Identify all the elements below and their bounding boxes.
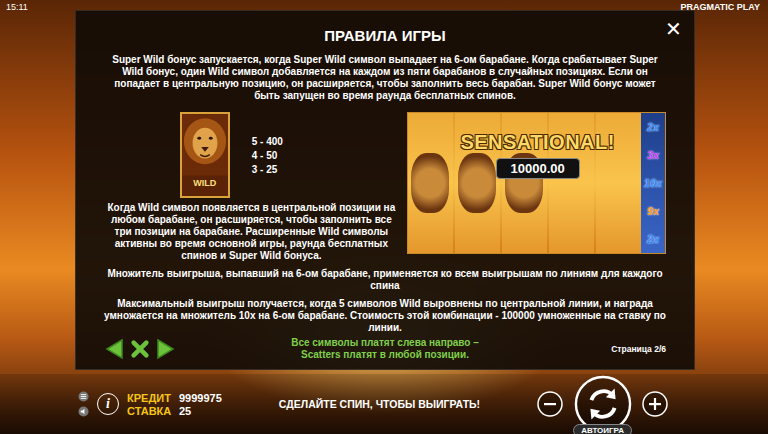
win-overlay: SENSATIONAL! 10000.00 <box>448 131 628 179</box>
close-x-icon[interactable] <box>130 338 150 360</box>
max-win-text: Максимальный выигрыш получается, когда 5… <box>104 298 666 334</box>
game-screen: 15:11PRAGMATIC PLAYiКРЕДИТ9999975СТАВКА2… <box>0 0 768 434</box>
multiplier-reel: 2x 3x 10x 9x 2x <box>641 113 665 253</box>
page-indicator: Страница 2/6 <box>566 344 666 354</box>
minus-icon[interactable] <box>537 391 563 417</box>
multiplier: 9x <box>647 205 659 217</box>
credit: КРЕДИТ9999975 <box>127 392 222 404</box>
page-nav <box>104 338 204 360</box>
pay-row: 4 - 50 <box>252 149 283 162</box>
clock: 15:11 <box>6 2 28 16</box>
menu-icon[interactable] <box>78 391 89 402</box>
multiplier: 2x <box>647 233 659 245</box>
wild-paytable: WILD 5 - 4004 - 503 - 25 <box>104 112 399 198</box>
win-banner: SENSATIONAL! <box>460 131 615 154</box>
plus-icon[interactable] <box>642 391 668 417</box>
wild-text: Когда Wild символ появляется в центральн… <box>104 202 399 262</box>
next-arrow-icon[interactable] <box>156 338 176 360</box>
win-amount: 10000.00 <box>496 158 580 179</box>
pay-row: 3 - 25 <box>252 163 283 176</box>
spin-message: СДЕЛАЙТЕ СПИН, ЧТОБЫ ВЫИГРАТЬ! <box>230 398 529 410</box>
autoplay-button[interactable]: АВТОИГРА <box>573 424 632 434</box>
spin-controls: АВТОИГРА <box>537 371 668 434</box>
multiplier: 2x <box>647 121 659 133</box>
wild-symbol: WILD <box>180 112 230 198</box>
preview-reel <box>408 113 453 253</box>
super-wild-text: Super Wild бонус запускается, когда Supe… <box>112 54 658 102</box>
win-preview: 2x 3x 10x 9x 2x SENSATIONAL! 10000.00 <box>407 112 666 254</box>
lion-icon <box>182 114 228 176</box>
wild-section: WILD 5 - 4004 - 503 - 25 Когда Wild символ… <box>104 112 666 262</box>
pay-row: 5 - 400 <box>252 135 283 148</box>
close-button[interactable]: ✕ <box>665 19 682 39</box>
pay-list: 5 - 4004 - 503 - 25 <box>252 135 283 176</box>
multiplier-text: Множитель выигрыша, выпавший на 6-ом бар… <box>104 268 666 292</box>
wild-info: WILD 5 - 4004 - 503 - 25 Когда Wild символ… <box>104 112 399 262</box>
balance: КРЕДИТ9999975СТАВКА25 <box>127 392 222 417</box>
rules-dialog: ✕ПРАВИЛА ИГРЫ Super Wild бонус запускаетс… <box>75 10 695 370</box>
dialog-title: ПРАВИЛА ИГРЫ <box>104 27 666 44</box>
bet: СТАВКА25 <box>127 405 222 417</box>
settings-group <box>78 391 89 417</box>
multiplier: 3x <box>647 149 659 161</box>
info-button[interactable]: i <box>97 393 119 415</box>
dialog-footer: Все символы платят слева направо –Scatte… <box>104 337 666 361</box>
spin-group: АВТОИГРА <box>573 371 632 434</box>
multiplier: 10x <box>644 177 662 189</box>
prev-arrow-icon[interactable] <box>104 338 124 360</box>
bottom-bar: i КРЕДИТ9999975СТАВКА25 СДЕЛАЙТЕ СПИН, ЧТО… <box>0 374 768 434</box>
pay-note: Все символы платят слева направо –Scatte… <box>214 337 556 361</box>
sound-icon[interactable] <box>78 406 89 417</box>
